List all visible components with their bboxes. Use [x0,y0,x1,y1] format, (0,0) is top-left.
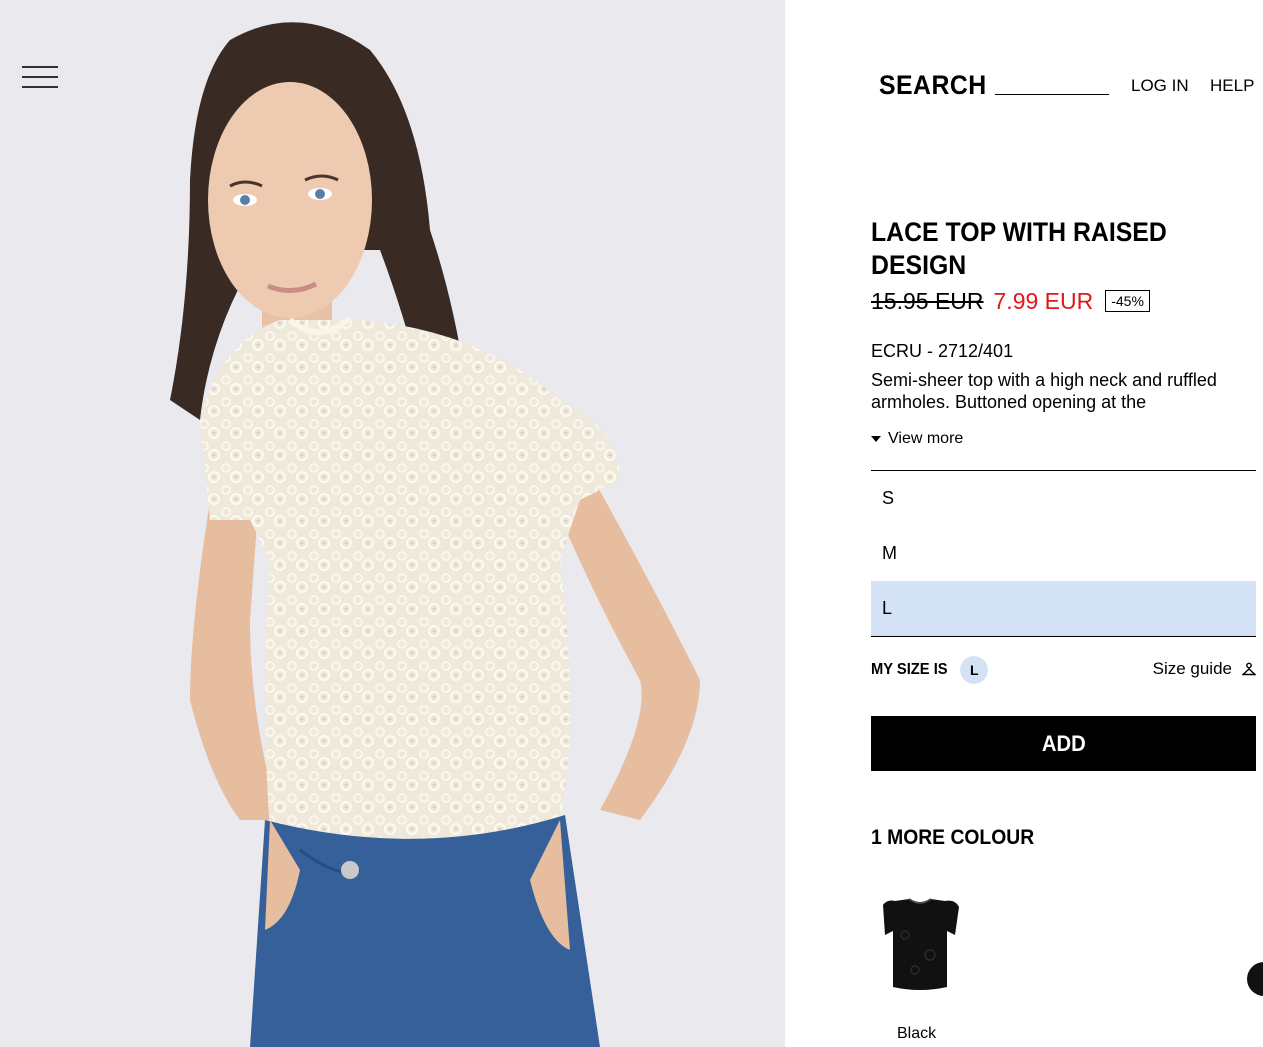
product-title: LACE TOP WITH RAISED DESIGN [871,217,1167,280]
add-label: ADD [1041,730,1086,756]
old-price: 15.95 EUR [871,287,984,314]
view-more-toggle[interactable]: View more [871,430,963,448]
my-size: MY SIZE IS L [871,656,989,684]
colour-swatch-black[interactable] [875,895,965,995]
sale-price: 7.99 EUR [993,287,1094,314]
view-more-label: View more [888,430,964,447]
product-reference: ECRU - 2712/401 [871,341,1014,361]
search-link[interactable]: SEARCH [879,70,987,101]
search-input-underline[interactable] [995,94,1109,95]
add-to-cart-button[interactable]: ADD [871,716,1256,771]
size-option-l[interactable]: L [871,581,1256,636]
discount-badge: -45% [1105,290,1150,312]
my-size-label: MY SIZE IS [871,661,948,678]
colour-swatch-label: Black [897,1025,937,1042]
triangle-down-icon [871,436,881,442]
product-description: Semi-sheer top with a high neck and ruff… [871,370,1217,412]
hamburger-icon[interactable] [22,66,58,90]
size-guide-label: Size guide [1152,659,1232,678]
size-option-s[interactable]: S [871,471,1256,526]
my-size-badge[interactable]: L [960,656,989,684]
help-link[interactable]: HELP [1210,76,1254,96]
login-link[interactable]: LOG IN [1131,76,1189,96]
product-photo [0,0,785,1047]
black-top-thumbnail [883,898,959,990]
hanger-icon [1242,662,1256,676]
size-option-m[interactable]: M [871,526,1256,581]
model-illustration [170,22,700,1047]
header: SEARCH LOG IN HELP [785,0,1263,120]
size-list: S M L [871,470,1256,637]
chat-icon[interactable] [1247,962,1263,996]
size-guide-link[interactable]: Size guide [1153,659,1256,679]
price-block: 15.95 EUR 7.99 EUR -45% [871,287,1150,315]
product-info-panel: SEARCH LOG IN HELP LACE TOP WITH RAISED … [785,0,1263,1047]
more-colours-heading: 1 MORE COLOUR [871,826,1035,849]
